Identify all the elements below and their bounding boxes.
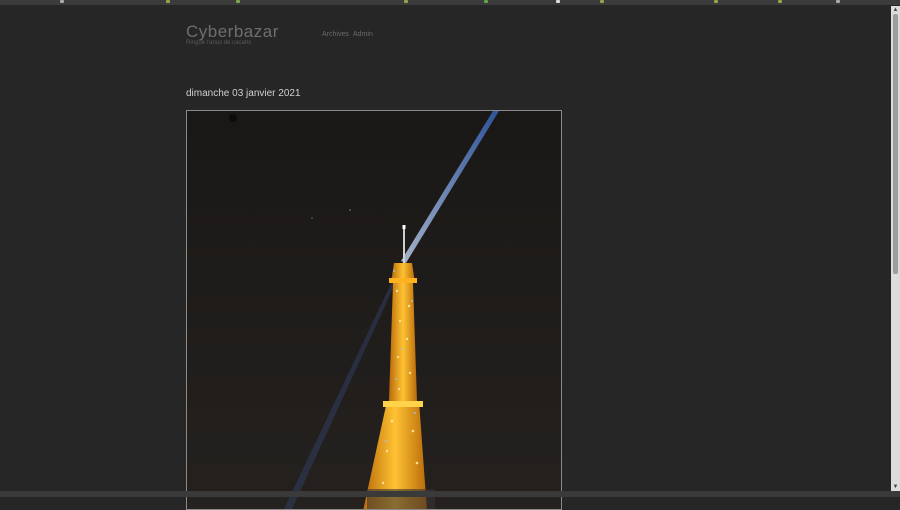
scroll-down-arrow-icon[interactable]: ▼ [891,483,900,491]
eiffel-tower-photo [187,111,561,509]
scrollbar-thumb[interactable] [893,14,898,274]
scroll-up-arrow-icon[interactable]: ▲ [891,6,900,14]
nav-admin-link[interactable]: Admin [353,31,373,38]
browser-toolbar-strip [0,0,900,5]
nav-archives-link[interactable]: Archives [322,31,349,38]
horizontal-scrollbar[interactable] [0,491,900,497]
site-subtitle: Ringue l'anus de cacahs [186,40,252,46]
post-date: dimanche 03 janvier 2021 [186,88,301,99]
site-title[interactable]: Cyberbazar [186,22,279,42]
post-photo[interactable] [186,110,562,510]
